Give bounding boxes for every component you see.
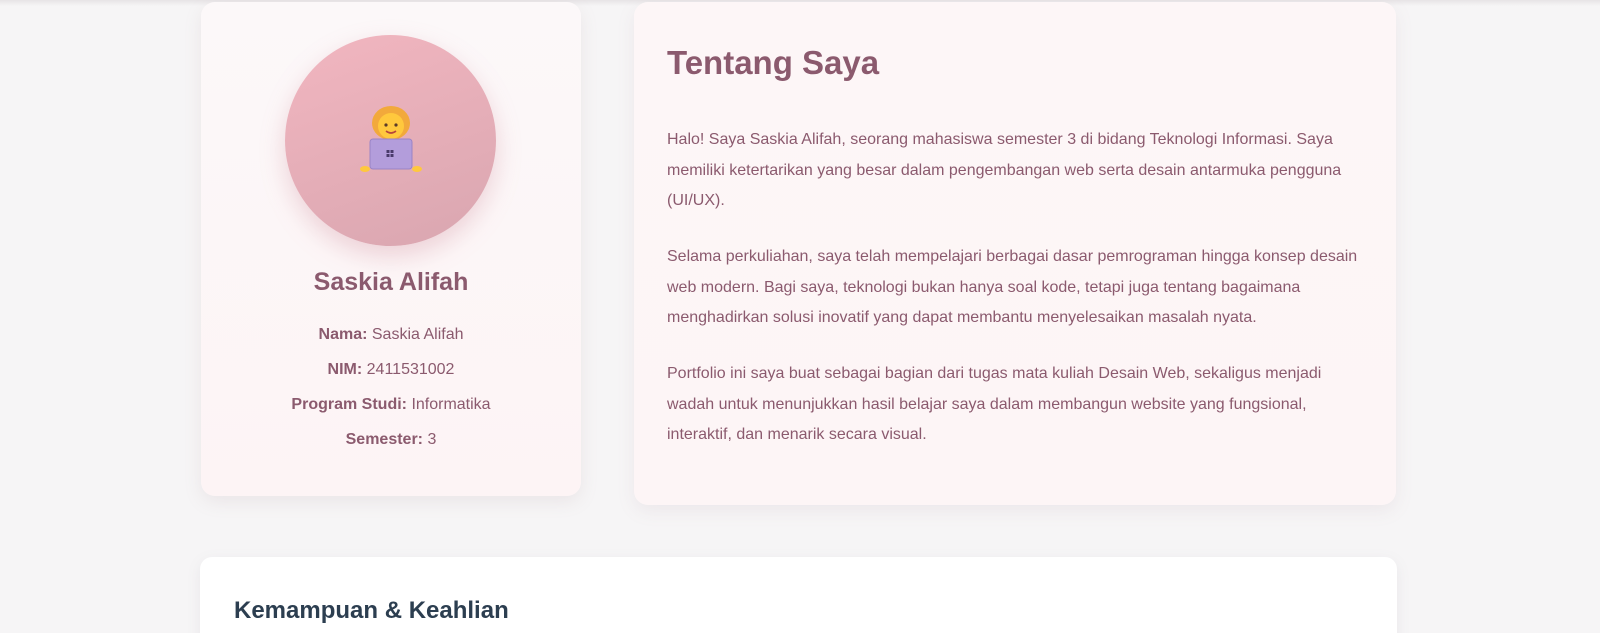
avatar [285,35,496,246]
info-value: Informatika [411,396,491,413]
info-semester: Semester: 3 [201,431,581,449]
woman-technologist-icon [360,106,422,172]
info-nama: Nama: Saskia Alifah [201,326,581,344]
about-card: Tentang Saya Halo! Saya Saskia Alifah, s… [634,2,1396,505]
info-label: Semester: [345,431,423,448]
about-paragraph: Portfolio ini saya buat sebagai bagian d… [667,365,1322,443]
about-paragraph: Selama perkuliahan, saya telah mempelaja… [667,248,1358,326]
info-label: Nama: [318,326,368,343]
info-nim: NIM: 2411531002 [201,361,581,379]
info-value: Saskia Alifah [371,326,464,343]
info-program-studi: Program Studi: Informatika [201,396,581,414]
info-label: Program Studi: [291,396,407,413]
profile-name: Saskia Alifah [313,268,469,296]
skills-title: Kemampuan & Keahlian [234,597,509,624]
info-label: NIM: [327,361,363,378]
profile-card: Saskia Alifah Nama: Saskia Alifah NIM: 2… [201,2,581,496]
info-value: 2411531002 [366,361,455,378]
skills-card: Kemampuan & Keahlian [200,557,1397,633]
about-paragraph: Halo! Saya Saskia Alifah, seorang mahasi… [667,131,1342,209]
info-value: 3 [427,431,437,448]
about-title: Tentang Saya [667,44,880,81]
